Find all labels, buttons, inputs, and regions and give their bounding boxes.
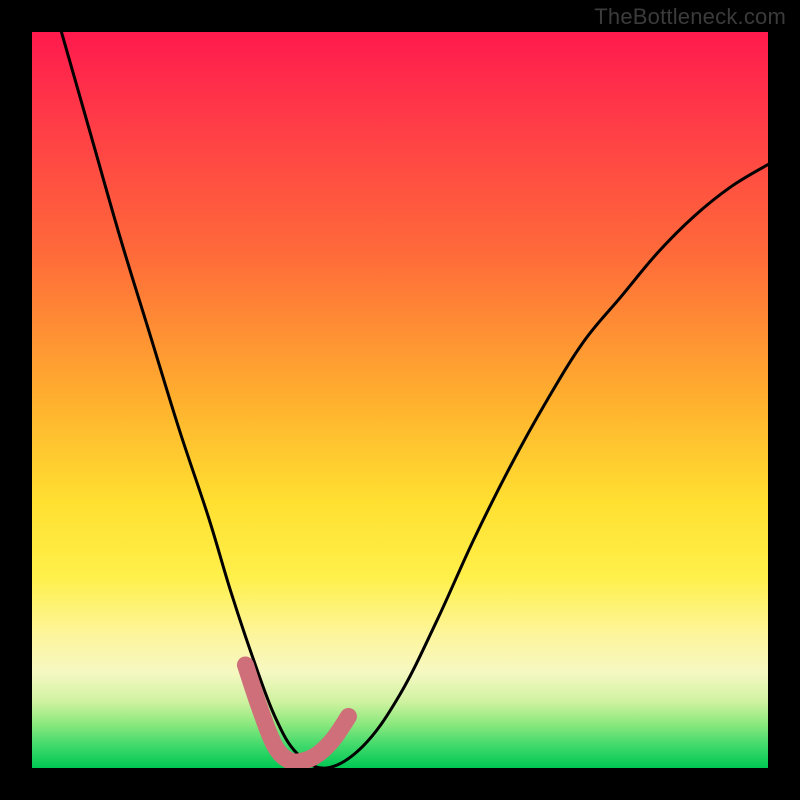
plot-area: [32, 32, 768, 768]
curve-layer: [61, 32, 768, 768]
chart-svg: [32, 32, 768, 768]
bottleneck-curve: [61, 32, 768, 768]
chart-frame: TheBottleneck.com: [0, 0, 800, 800]
watermark-text: TheBottleneck.com: [594, 4, 786, 30]
